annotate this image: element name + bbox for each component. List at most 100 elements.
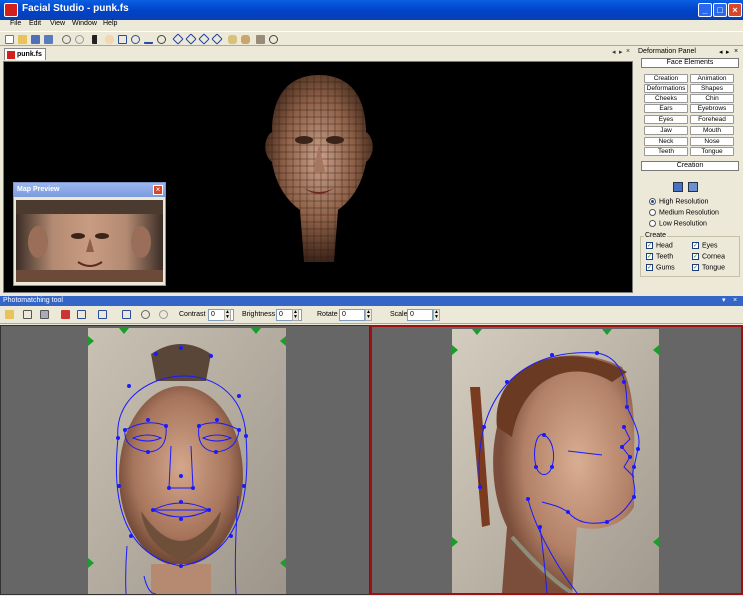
btn-tongue[interactable]: Tongue [690,147,734,156]
open-folder-icon[interactable] [18,35,27,44]
settings-icon[interactable] [269,35,278,44]
photo-side-icon[interactable] [40,310,49,319]
texture-icon[interactable] [241,35,250,44]
creation-header[interactable]: Creation [641,161,739,171]
top-view-icon[interactable] [198,33,210,45]
btn-creation[interactable]: Creation [644,74,688,83]
btn-chin[interactable]: Chin [690,94,734,103]
scale-spinner-icon[interactable]: ▲ ▼ [433,309,440,321]
face-elements-header[interactable]: Face Elements [641,58,739,68]
checkbox-tongue-box[interactable]: ✓ [692,264,699,271]
btn-ears[interactable]: Ears [644,104,688,113]
btn-eyes[interactable]: Eyes [644,115,688,124]
rotate-input[interactable]: 0 [339,309,365,321]
checkbox-cornea[interactable]: ✓ Cornea [692,253,725,260]
select-arrow-icon[interactable] [92,35,98,44]
front-photo-canvas[interactable] [1,326,369,595]
pm-undo-icon[interactable] [141,310,150,319]
tab-scroll-right-icon[interactable]: ▸ [619,48,623,56]
panel-close-icon[interactable]: × [734,48,738,55]
contrast-spinner-icon[interactable]: ▲ ▼ [224,309,231,321]
map-preview-window[interactable]: Map Preview × [13,182,166,286]
photomatching-pin-icon[interactable]: ▾ [722,296,726,306]
checkbox-head-box[interactable]: ✓ [646,242,653,249]
undo-icon[interactable] [62,35,71,44]
panel-scroll-left-icon[interactable]: ◂ [719,48,723,56]
brightness-spinner-icon[interactable]: ▲ ▼ [292,309,299,321]
pm-redo-icon[interactable] [159,310,168,319]
photomatching-close-icon[interactable]: × [733,296,737,306]
save-icon[interactable] [31,35,40,44]
redo-icon[interactable] [75,35,84,44]
checkbox-teeth-box[interactable]: ✓ [646,253,653,260]
photomatching-title-bar[interactable]: Photomatching tool ▾ × [0,296,743,306]
save-all-icon[interactable] [44,35,53,44]
mark-points-icon[interactable] [61,310,70,319]
menu-window[interactable]: Window [72,20,97,27]
rotate-spinner-icon[interactable]: ▲ ▼ [365,309,372,321]
radio-low-resolution[interactable]: Low Resolution [649,220,707,227]
checkbox-head[interactable]: ✓ Head [646,242,673,249]
btn-neck[interactable]: Neck [644,137,688,146]
photo-front-icon[interactable] [23,310,32,319]
tab-scroll-left-icon[interactable]: ◂ [612,48,616,56]
checkbox-eyes-box[interactable]: ✓ [692,242,699,249]
side-photo-pane[interactable] [370,325,743,595]
create-head-icon[interactable] [673,182,683,192]
panel-scroll-right-icon[interactable]: ▸ [726,48,730,56]
btn-mouth[interactable]: Mouth [690,126,734,135]
pan-hand-icon[interactable] [105,35,114,44]
map-preview-title[interactable]: Map Preview [14,183,165,197]
move-icon[interactable] [118,35,127,44]
document-tab[interactable]: punk.fs [4,48,46,60]
generate-icon[interactable] [122,310,131,319]
map-preview-close-icon[interactable]: × [153,185,163,195]
radio-low-indicator[interactable] [649,220,656,227]
zoom-icon[interactable] [157,35,166,44]
tab-close-icon[interactable]: × [626,48,630,55]
app-icon[interactable] [4,3,18,17]
rotate-icon[interactable] [131,35,140,44]
hammer-icon[interactable] [256,35,265,44]
btn-forehead[interactable]: Forehead [690,115,734,124]
btn-teeth[interactable]: Teeth [644,147,688,156]
front-view-icon[interactable] [172,33,184,45]
radio-high-indicator[interactable] [649,198,656,205]
scale-input[interactable]: 0 [407,309,433,321]
radio-medium-indicator[interactable] [649,209,656,216]
radio-high-resolution[interactable]: High Resolution [649,198,708,205]
light-icon[interactable] [228,35,237,44]
checkbox-gums-box[interactable]: ✓ [646,264,653,271]
btn-jaw[interactable]: Jaw [644,126,688,135]
btn-cheeks[interactable]: Cheeks [644,94,688,103]
side-photo-canvas[interactable] [372,327,741,595]
minimize-button[interactable]: _ [698,3,712,17]
front-photo-pane[interactable] [0,325,370,595]
checkbox-gums[interactable]: ✓ Gums [646,264,675,271]
side-view-icon[interactable] [185,33,197,45]
checkbox-tongue[interactable]: ✓ Tongue [692,264,725,271]
btn-animation[interactable]: Animation [690,74,734,83]
btn-shapes[interactable]: Shapes [690,84,734,93]
menu-file[interactable]: File [10,20,21,27]
menu-edit[interactable]: Edit [29,20,41,27]
close-button[interactable]: × [728,3,742,17]
checkbox-cornea-box[interactable]: ✓ [692,253,699,260]
maximize-button[interactable]: □ [713,3,727,17]
btn-deformations[interactable]: Deformations [644,84,688,93]
dolly-icon[interactable] [144,35,153,44]
load-photo-icon[interactable] [5,310,14,319]
menu-help[interactable]: Help [103,20,117,27]
btn-eyebrows[interactable]: Eyebrows [690,104,734,113]
align-icon[interactable] [98,310,107,319]
title-bar[interactable]: Facial Studio - punk.fs _ □ × [0,0,743,20]
new-file-icon[interactable] [5,35,14,44]
radio-medium-resolution[interactable]: Medium Resolution [649,209,719,216]
btn-nose[interactable]: Nose [690,137,734,146]
perspective-view-icon[interactable] [211,33,223,45]
checkbox-teeth[interactable]: ✓ Teeth [646,253,673,260]
create-model-icon[interactable] [688,182,698,192]
fit-icon[interactable] [77,310,86,319]
checkbox-eyes[interactable]: ✓ Eyes [692,242,718,249]
menu-view[interactable]: View [50,20,65,27]
